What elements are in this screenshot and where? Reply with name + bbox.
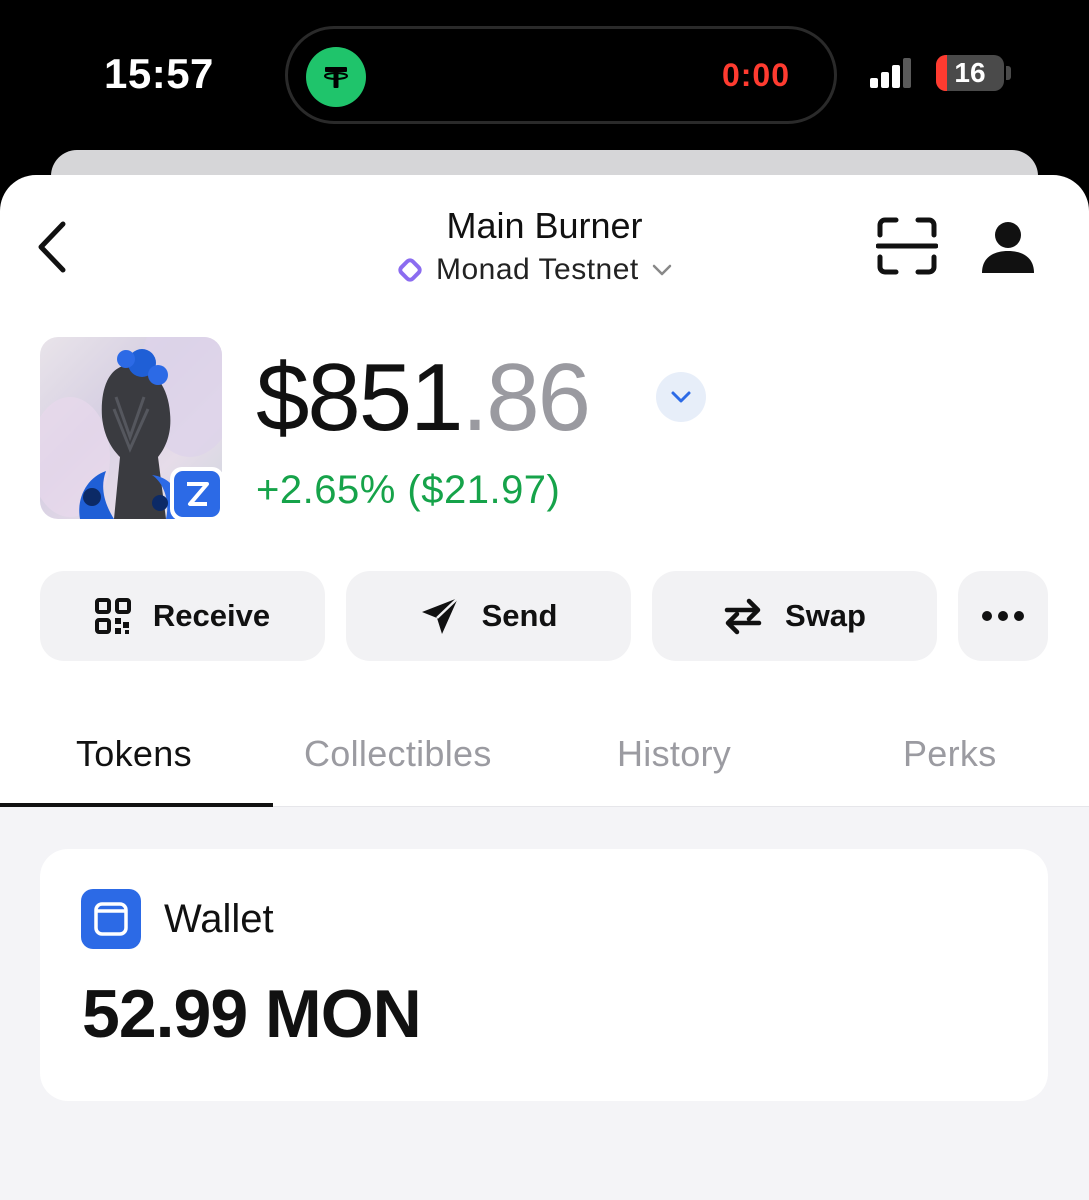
provider-logo-icon — [174, 471, 220, 517]
balance-decimal: .86 — [461, 344, 591, 451]
balance-integer: $851 — [256, 344, 464, 451]
paper-plane-icon — [421, 597, 459, 634]
wallet-provider-badge — [170, 467, 224, 521]
swap-button[interactable]: Swap — [652, 571, 937, 661]
dynamic-island[interactable]: 0:00 — [285, 26, 837, 124]
asset-tabs: Tokens Collectibles History Perks — [0, 715, 1089, 807]
scan-icon — [875, 217, 939, 275]
chevron-down-icon — [652, 264, 671, 276]
qr-code-icon — [94, 598, 131, 634]
balance-change: +2.65% ($21.97) — [256, 468, 561, 512]
swap-label: Swap — [785, 598, 866, 633]
tokens-panel: Wallet 52.99 MON — [0, 807, 1089, 1200]
more-actions-button[interactable] — [958, 571, 1048, 661]
scan-button[interactable] — [875, 217, 939, 275]
wallet-card-amount: 52.99 MON — [82, 976, 422, 1052]
tab-history[interactable]: History — [617, 733, 731, 775]
profile-button[interactable] — [980, 219, 1036, 275]
battery-icon: 16 — [936, 55, 1004, 91]
swap-arrows-icon — [724, 598, 762, 635]
network-selector[interactable]: Monad Testnet — [396, 253, 673, 287]
cellular-signal-icon — [870, 58, 911, 88]
wallet-icon — [81, 889, 141, 949]
receive-label: Receive — [152, 598, 271, 633]
live-activity-timer: 0:00 — [721, 57, 790, 93]
tab-perks[interactable]: Perks — [903, 733, 997, 775]
status-time: 15:57 — [104, 50, 214, 97]
person-icon — [982, 222, 1034, 273]
battery-cap — [1006, 66, 1011, 80]
status-bar: 15:57 0:00 16 — [0, 0, 1089, 150]
wallet-balance-card[interactable]: Wallet 52.99 MON — [40, 849, 1048, 1101]
monad-logo-icon — [398, 258, 422, 282]
send-label: Send — [481, 598, 558, 633]
receive-button[interactable]: Receive — [40, 571, 325, 661]
wallet-card-label: Wallet — [164, 897, 274, 941]
network-label: Monad Testnet — [436, 253, 639, 286]
total-balance: $851.86 — [256, 350, 591, 446]
send-button[interactable]: Send — [346, 571, 631, 661]
balance-dropdown-button[interactable] — [656, 372, 706, 422]
battery-level: 16 — [954, 57, 986, 88]
more-dots-icon — [982, 611, 1024, 621]
wallet-sheet: Main Burner Monad Testnet $851.86 +2.65%… — [0, 175, 1089, 1200]
tether-icon — [306, 47, 366, 107]
tab-tokens[interactable]: Tokens — [76, 733, 192, 775]
tab-collectibles[interactable]: Collectibles — [304, 733, 492, 775]
chevron-down-icon — [671, 391, 691, 403]
